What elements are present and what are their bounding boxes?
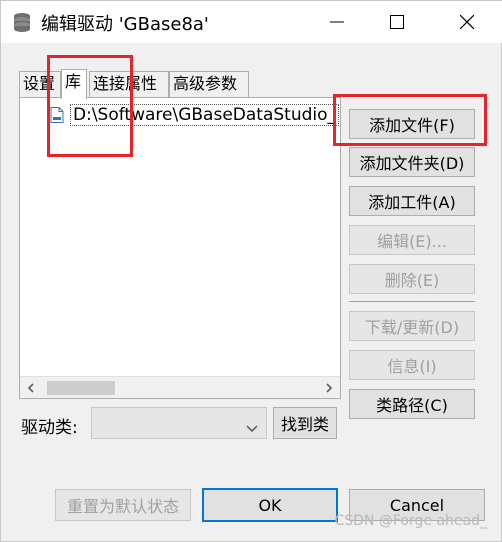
tab-connection-properties[interactable]: 连接属性 (89, 71, 169, 97)
tab-label: 高级参数 (173, 74, 238, 93)
database-icon (13, 12, 31, 32)
close-icon (460, 15, 474, 29)
scroll-right-icon[interactable] (318, 377, 340, 398)
delete-button[interactable]: 删除(E) (349, 264, 475, 294)
title-bar[interactable]: 编辑驱动 'GBase8a' (1, 1, 502, 43)
chevron-down-icon (246, 418, 258, 438)
window-title: 编辑驱动 'GBase8a' (41, 14, 209, 35)
classpath-button[interactable]: 类路径(C) (349, 389, 475, 419)
driver-class-select[interactable] (91, 407, 267, 439)
tab-library[interactable]: 库 (61, 69, 87, 99)
jar-file-icon (50, 107, 64, 123)
tab-label: 库 (65, 72, 82, 91)
edit-button[interactable]: 编辑(E)... (349, 225, 475, 255)
driver-class-label: 驱动类: (21, 418, 78, 438)
close-button[interactable] (443, 1, 491, 43)
tab-advanced-parameters[interactable]: 高级参数 (169, 71, 249, 97)
add-artifact-button[interactable]: 添加工件(A) (349, 186, 475, 216)
button-separator (349, 301, 475, 302)
tab-settings[interactable]: 设置 (19, 71, 61, 97)
maximize-icon (390, 15, 404, 29)
add-file-button[interactable]: 添加文件(F) (349, 109, 475, 139)
tab-label: 设置 (23, 74, 56, 93)
minimize-icon (330, 21, 344, 23)
download-update-button[interactable]: 下载/更新(D) (349, 311, 475, 341)
add-folder-button[interactable]: 添加文件夹(D) (349, 147, 475, 177)
minimize-button[interactable] (313, 1, 361, 43)
scroll-left-icon[interactable] (20, 377, 42, 398)
maximize-button[interactable] (373, 1, 421, 43)
watermark: CSDN @Forge ahead_ (334, 513, 487, 529)
list-item[interactable]: D:\Software\GBaseDataStudio_ (50, 104, 340, 126)
ok-button[interactable]: OK (202, 488, 338, 522)
horizontal-scrollbar[interactable] (20, 376, 340, 398)
tab-label: 连接属性 (93, 74, 158, 93)
reset-default-button[interactable]: 重置为默认状态 (55, 489, 191, 521)
library-path: D:\Software\GBaseDataStudio_ (70, 104, 340, 126)
library-list[interactable]: D:\Software\GBaseDataStudio_ (19, 97, 341, 399)
info-button[interactable]: 信息(I) (349, 350, 475, 380)
edit-driver-dialog: 编辑驱动 'GBase8a' 设置 库 连接属性 高级参数 D:\Softwar… (0, 0, 502, 542)
scroll-thumb[interactable] (47, 381, 115, 395)
find-class-button[interactable]: 找到类 (273, 407, 337, 439)
